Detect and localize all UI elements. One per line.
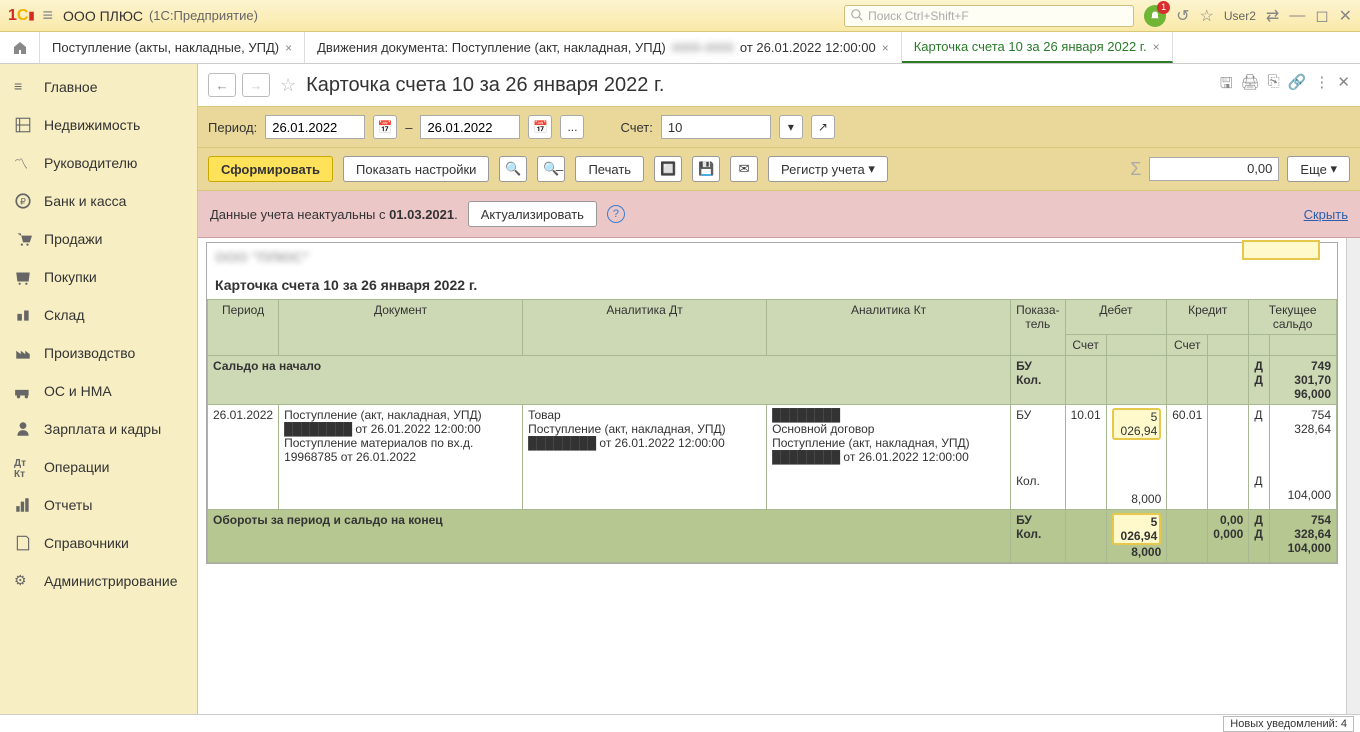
menu-icon[interactable]: ≡ <box>43 5 54 26</box>
account-open-icon[interactable]: ↗ <box>811 115 835 139</box>
logo-1c: 1С▮ <box>8 7 35 25</box>
find-clear-button[interactable]: 🔍̶ <box>537 156 565 182</box>
sidebar-item-purchases[interactable]: Покупки <box>0 258 197 296</box>
close-icon[interactable]: ✕ <box>1337 73 1350 98</box>
calendar-from-icon[interactable]: 📅 <box>373 115 397 139</box>
report-title: Карточка счета 10 за 26 января 2022 г. <box>207 271 1337 299</box>
account-dropdown-icon[interactable]: ▾ <box>779 115 803 139</box>
sum-display: 0,00 <box>1149 157 1279 181</box>
sidebar-item-operations[interactable]: ДтКтОперации <box>0 448 197 486</box>
data-row[interactable]: 26.01.2022 Поступление (акт, накладная, … <box>208 405 1337 510</box>
search-input[interactable]: Поиск Ctrl+Shift+F <box>844 5 1134 27</box>
find-button[interactable]: 🔍 <box>499 156 527 182</box>
titlebar: 1С▮ ≡ ООО ПЛЮС (1С:Предприятие) Поиск Ct… <box>0 0 1360 32</box>
notification-bell[interactable]: 1 <box>1144 5 1166 27</box>
sidebar: ≡Главное Недвижимость 〽Руководителю ₽Бан… <box>0 64 198 714</box>
company-name: ООО ПЛЮС <box>63 8 143 24</box>
close-icon[interactable]: × <box>882 41 889 55</box>
sidebar-item-manager[interactable]: 〽Руководителю <box>0 144 197 182</box>
page-header: ← → ☆ Карточка счета 10 за 26 января 202… <box>198 64 1360 106</box>
print-button[interactable]: Печать <box>575 156 644 182</box>
nav-back-button[interactable]: ← <box>208 73 236 97</box>
save-report-button[interactable]: 💾 <box>692 156 720 182</box>
filter-bar: Период: 📅 – 📅 ... Счет: 10 ▾ ↗ <box>198 106 1360 148</box>
app-subtitle: (1С:Предприятие) <box>149 8 258 23</box>
search-placeholder: Поиск Ctrl+Shift+F <box>868 9 969 23</box>
sidebar-item-main[interactable]: ≡Главное <box>0 68 197 106</box>
tab-account-card[interactable]: Карточка счета 10 за 26 января 2022 г. × <box>902 32 1173 63</box>
history-icon[interactable]: ↺ <box>1176 6 1189 26</box>
sigma-icon: Σ <box>1130 159 1141 180</box>
home-tab[interactable] <box>0 32 40 63</box>
generate-button[interactable]: Сформировать <box>208 156 333 182</box>
report-area: ООО "ПЛЮС" Карточка счета 10 за 26 январ… <box>198 238 1346 714</box>
show-settings-button[interactable]: Показать настройки <box>343 156 489 182</box>
settings-icon[interactable]: ⇄ <box>1266 6 1279 26</box>
date-to-input[interactable] <box>420 115 520 139</box>
start-balance-row: Сальдо на начало БУКол. ДД 749 301,7096,… <box>208 356 1337 405</box>
report-table: Период Документ Аналитика Дт Аналитика К… <box>207 299 1337 563</box>
email-button[interactable]: ✉ <box>730 156 758 182</box>
star-icon[interactable]: ☆ <box>280 75 296 96</box>
more-dots-icon[interactable]: ⋮ <box>1314 73 1329 98</box>
register-button[interactable]: Регистр учета ▾ <box>768 156 888 182</box>
help-icon[interactable]: ? <box>607 205 625 223</box>
blurred-header: ООО "ПЛЮС" <box>207 243 1337 271</box>
close-icon[interactable]: × <box>285 41 292 55</box>
sidebar-item-production[interactable]: Производство <box>0 334 197 372</box>
maximize-icon[interactable]: ◻ <box>1315 6 1328 26</box>
sidebar-item-sales[interactable]: Продажи <box>0 220 197 258</box>
page-title: Карточка счета 10 за 26 января 2022 г. <box>306 74 664 97</box>
sidebar-item-warehouse[interactable]: Склад <box>0 296 197 334</box>
sidebar-item-admin[interactable]: ⚙Администрирование <box>0 562 197 600</box>
favorite-icon[interactable]: ☆ <box>1200 6 1214 26</box>
tab-receipts[interactable]: Поступление (акты, накладные, УПД) × <box>40 32 305 63</box>
period-picker-button[interactable]: ... <box>560 115 584 139</box>
sidebar-item-bank[interactable]: ₽Банк и касса <box>0 182 197 220</box>
link-icon[interactable]: 🔗 <box>1288 73 1307 98</box>
status-bar: Новых уведомлений: 4 <box>0 714 1360 732</box>
svg-text:₽: ₽ <box>20 196 26 206</box>
total-row: Обороты за период и сальдо на конец БУКо… <box>208 510 1337 563</box>
action-bar: Сформировать Показать настройки 🔍 🔍̶ Печ… <box>198 148 1360 191</box>
sidebar-item-realestate[interactable]: Недвижимость <box>0 106 197 144</box>
notifications-status[interactable]: Новых уведомлений: 4 <box>1223 716 1354 732</box>
close-icon[interactable]: × <box>1153 40 1160 54</box>
account-select[interactable]: 10 <box>661 115 771 139</box>
tabs-bar: Поступление (акты, накладные, УПД) × Дви… <box>0 32 1360 64</box>
nav-forward-button[interactable]: → <box>242 73 270 97</box>
more-button[interactable]: Еще ▾ <box>1287 156 1350 182</box>
hide-link[interactable]: Скрыть <box>1304 207 1348 222</box>
notification-count: 1 <box>1157 1 1170 14</box>
account-label: Счет: <box>620 120 652 135</box>
warning-bar: Данные учета неактуальны с 01.03.2021. А… <box>198 191 1360 238</box>
minimize-icon[interactable]: — <box>1289 7 1305 25</box>
sidebar-item-catalogs[interactable]: Справочники <box>0 524 197 562</box>
close-window-icon[interactable]: ✕ <box>1339 6 1352 26</box>
sidebar-item-assets[interactable]: ОС и НМА <box>0 372 197 410</box>
user-label[interactable]: User2 <box>1224 9 1256 23</box>
expand-button[interactable]: 🔲 <box>654 156 682 182</box>
update-button[interactable]: Актуализировать <box>468 201 597 227</box>
period-label: Период: <box>208 120 257 135</box>
save-icon[interactable]: 🖫 <box>1220 73 1233 98</box>
export-icon[interactable]: ⎘ <box>1268 73 1280 98</box>
calendar-to-icon[interactable]: 📅 <box>528 115 552 139</box>
date-from-input[interactable] <box>265 115 365 139</box>
print-icon[interactable]: 🖨 <box>1241 73 1260 98</box>
vertical-scrollbar[interactable] <box>1346 238 1360 714</box>
tab-movements[interactable]: Движения документа: Поступление (акт, на… <box>305 32 902 63</box>
sidebar-item-payroll[interactable]: Зарплата и кадры <box>0 410 197 448</box>
sidebar-item-reports[interactable]: Отчеты <box>0 486 197 524</box>
